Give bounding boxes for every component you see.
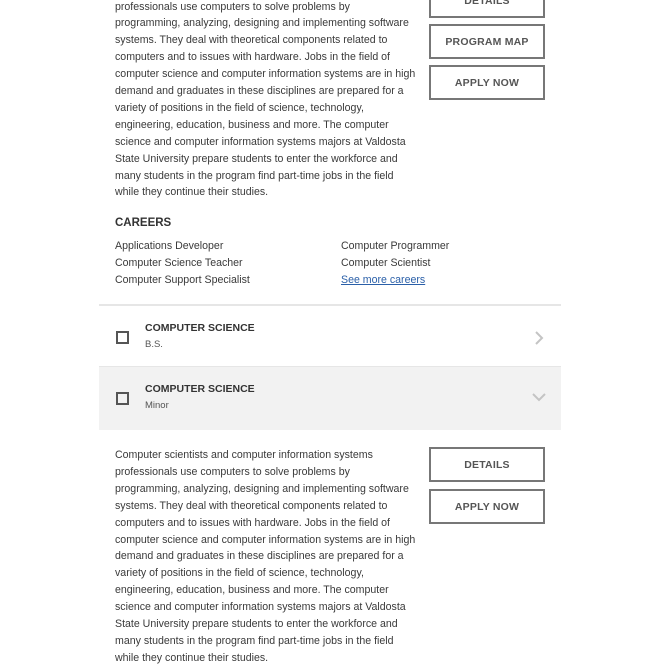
- paragraph-line: Computer scientists and computer informa…: [115, 449, 373, 461]
- paragraph-line: computer science and computer informatio…: [115, 68, 416, 81]
- career-item: Computer Scientist: [341, 257, 431, 269]
- program-row-bs[interactable]: COMPUTER SCIENCE B.S.: [99, 306, 561, 367]
- paragraph-line: demand and graduates in these discipline…: [115, 550, 404, 563]
- apply-now-button[interactable]: APPLY NOW: [429, 489, 545, 524]
- see-more-careers-link[interactable]: See more careers: [341, 274, 425, 286]
- paragraph-line: computer science and computer informatio…: [115, 533, 416, 546]
- paragraph-line: State University prepare students to ent…: [115, 618, 398, 631]
- paragraph-line: professionals use computers to solve pro…: [115, 0, 350, 13]
- checkbox[interactable]: [116, 331, 129, 344]
- details-button[interactable]: DETAILS: [429, 0, 545, 18]
- details-button[interactable]: DETAILS: [429, 447, 545, 482]
- chevron-right-icon[interactable]: [531, 330, 547, 346]
- career-item: Computer Programmer: [341, 240, 450, 252]
- paragraph-line: computers and to issues with hardware. J…: [115, 516, 390, 529]
- program-title: COMPUTER SCIENCE: [145, 383, 255, 395]
- program-degree: B.S.: [145, 339, 163, 350]
- paragraph-line: variety of positions in the field of sci…: [115, 567, 364, 580]
- program-description: Computer scientists and computer informa…: [115, 447, 415, 667]
- paragraph-line: systems. They deal with theoretical comp…: [115, 499, 388, 512]
- paragraph-line: programming, analyzing, designing and im…: [115, 17, 409, 30]
- chevron-down-icon[interactable]: [531, 389, 547, 405]
- paragraph-line: many students in the program find part-t…: [115, 169, 394, 182]
- paragraph-line: many students in the program find part-t…: [115, 634, 394, 647]
- career-item: Computer Support Specialist: [115, 274, 250, 286]
- paragraph-line: variety of positions in the field of sci…: [115, 101, 364, 114]
- paragraph-line: demand and graduates in these discipline…: [115, 85, 404, 98]
- career-item: Computer Science Teacher: [115, 257, 243, 269]
- checkbox[interactable]: [116, 392, 129, 405]
- paragraph-line: State University prepare students to ent…: [115, 152, 398, 165]
- paragraph-line: programming, analyzing, designing and im…: [115, 482, 409, 495]
- apply-now-button[interactable]: APPLY NOW: [429, 65, 545, 100]
- program-degree: Minor: [145, 400, 169, 411]
- paragraph-line: engineering, education, business and mor…: [115, 118, 389, 131]
- paragraph-line: while they continue their studies.: [115, 186, 269, 199]
- paragraph-line: engineering, education, business and mor…: [115, 584, 389, 597]
- paragraph-line: science and computer information systems…: [115, 601, 406, 614]
- program-map-button[interactable]: PROGRAM MAP: [429, 24, 545, 59]
- career-item: Applications Developer: [115, 240, 224, 252]
- paragraph-line: science and computer information systems…: [115, 135, 406, 148]
- paragraph-line: computers and to issues with hardware. J…: [115, 51, 390, 64]
- program-description: professionals use computers to solve pro…: [115, 0, 415, 201]
- program-row-minor[interactable]: COMPUTER SCIENCE Minor: [99, 367, 561, 430]
- paragraph-line: professionals use computers to solve pro…: [115, 465, 350, 478]
- program-title: COMPUTER SCIENCE: [145, 322, 255, 334]
- careers-heading: CAREERS: [115, 217, 172, 229]
- paragraph-line: systems. They deal with theoretical comp…: [115, 34, 388, 47]
- paragraph-line: while they continue their studies.: [115, 651, 269, 664]
